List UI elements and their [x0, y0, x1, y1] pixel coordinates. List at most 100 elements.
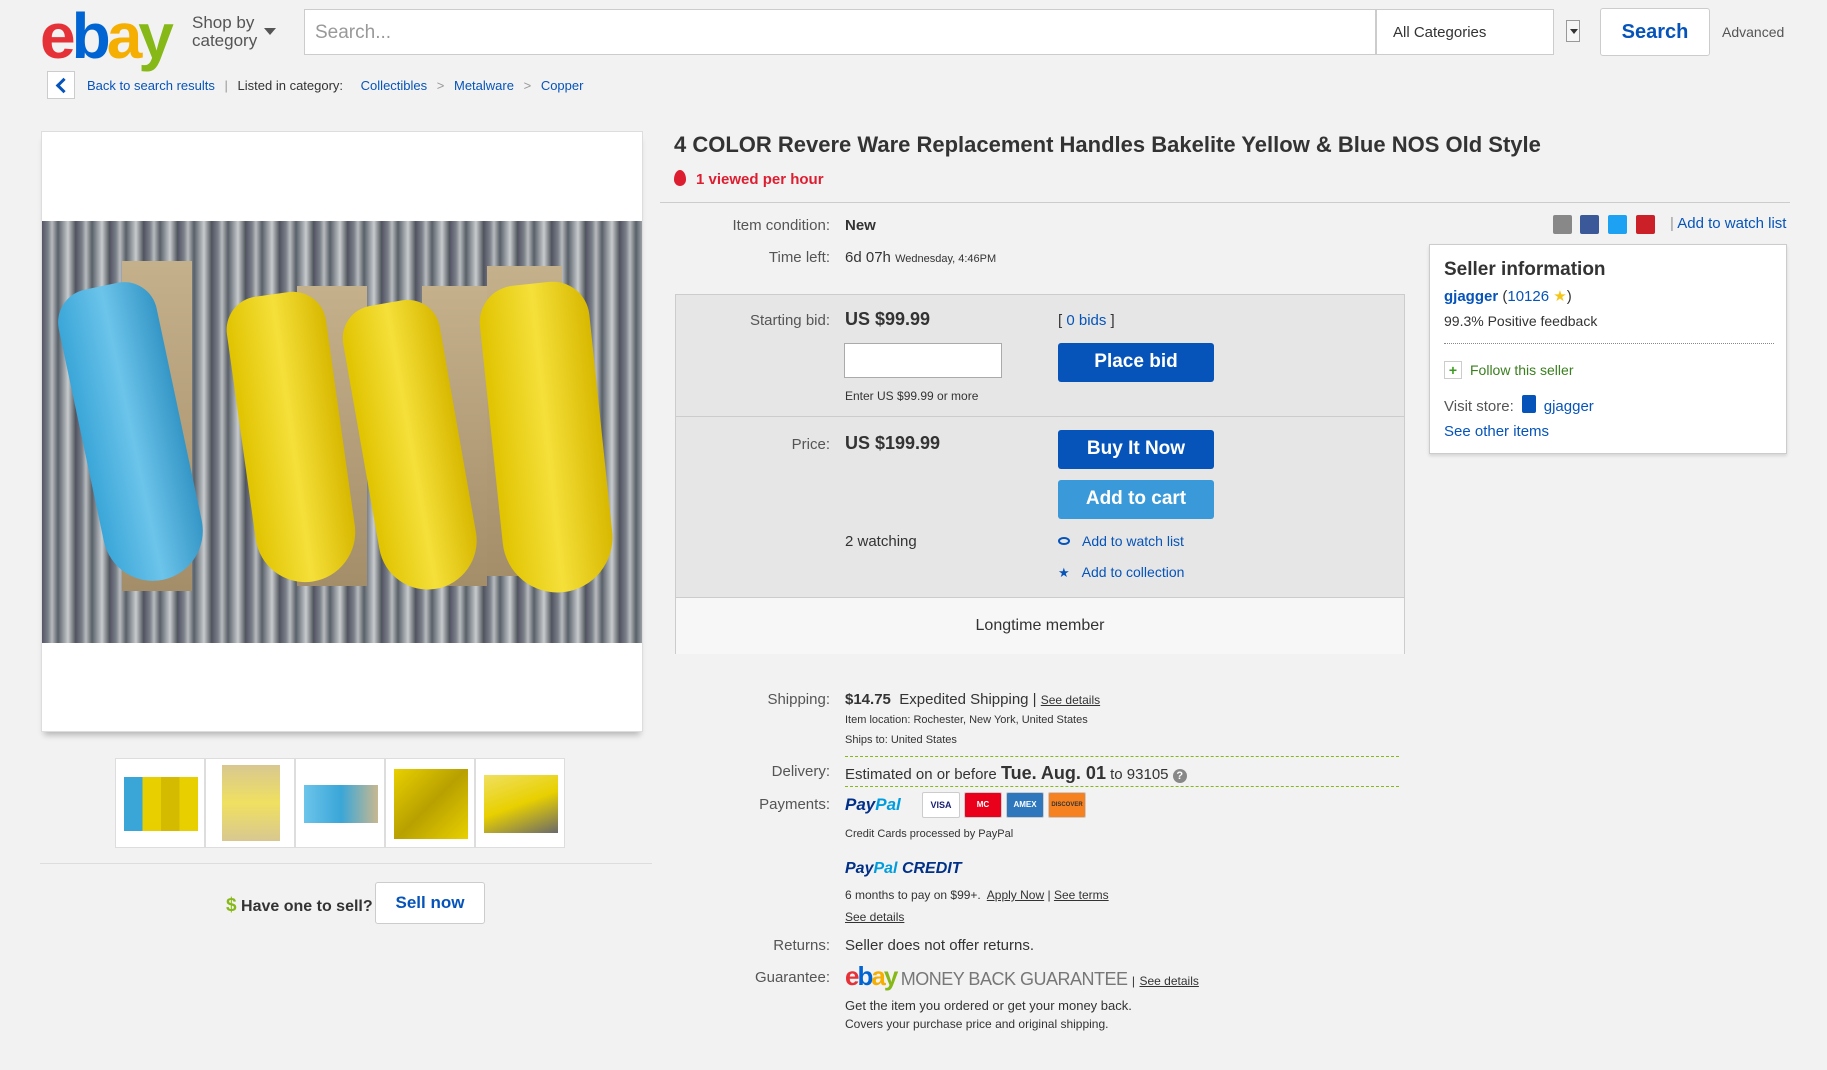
watch-list-link-row[interactable]: Add to watch list — [1058, 533, 1184, 549]
advanced-search-link[interactable]: Advanced — [1722, 24, 1784, 40]
divider-pipe: | — [1032, 691, 1037, 708]
follow-seller-button[interactable]: + Follow this seller — [1444, 361, 1573, 379]
breadcrumb-metalware[interactable]: Metalware — [454, 78, 514, 93]
time-left-label: Time left: — [768, 249, 830, 266]
delivery-row: Estimated on or before Tue. Aug. 01 to 9… — [845, 763, 1187, 784]
bid-count: [ 0 bids ] — [1058, 312, 1115, 329]
twitter-icon[interactable] — [1608, 215, 1627, 234]
add-to-watch-list-link[interactable]: Add to watch list — [1677, 215, 1786, 232]
logo-letter-y: y — [883, 961, 899, 991]
add-to-collection-link[interactable]: Add to collection — [1082, 564, 1185, 580]
guarantee-line-2: Covers your purchase price and original … — [845, 1017, 1109, 1031]
returns-value: Seller does not offer returns. — [845, 937, 1034, 954]
payments-see-details-link[interactable]: See details — [845, 910, 904, 924]
viewed-badge: 1 viewed per hour — [674, 170, 824, 188]
breadcrumb-collectibles[interactable]: Collectibles — [361, 78, 427, 93]
divider — [40, 863, 652, 864]
delivery-date: Tue. Aug. 01 — [1000, 763, 1106, 783]
ebay-logo[interactable]: ebay — [40, 4, 174, 68]
see-other-items-link[interactable]: See other items — [1444, 423, 1549, 440]
seller-name-link[interactable]: gjagger — [1444, 288, 1498, 305]
sell-now-button[interactable]: Sell now — [375, 882, 485, 924]
see-terms-link[interactable]: See terms — [1054, 888, 1109, 902]
shipping-cost: $14.75 — [845, 691, 891, 708]
seller-info-title: Seller information — [1444, 259, 1606, 280]
bracket-close: ] — [1110, 312, 1115, 329]
collection-link-row[interactable]: ★ Add to collection — [1058, 564, 1184, 581]
paypal-credit-row: 6 months to pay on $99+. Apply Now | See… — [845, 888, 1109, 902]
bid-count-link[interactable]: 0 bids — [1066, 312, 1106, 329]
eye-icon — [1058, 537, 1070, 545]
chevron-left-icon[interactable] — [47, 71, 75, 99]
thumbnail[interactable] — [385, 758, 475, 848]
email-icon[interactable] — [1553, 215, 1572, 234]
thumbnail[interactable] — [295, 758, 385, 848]
bid-amount-input[interactable] — [844, 343, 1002, 378]
have-one-to-sell-label: Have one to sell? — [241, 898, 373, 915]
time-left-duration: 6d 07h — [845, 249, 891, 266]
money-back-guarantee-text: MONEY BACK GUARANTEE — [900, 969, 1128, 989]
buy-it-now-button[interactable]: Buy It Now — [1058, 430, 1214, 469]
visit-store-label: Visit store: — [1444, 398, 1514, 415]
guarantee-see-details-link[interactable]: See details — [1140, 974, 1199, 988]
product-photo[interactable] — [42, 221, 642, 643]
shipping-row: $14.75 Expedited Shipping | See details — [845, 691, 1100, 708]
ships-to: Ships to: United States — [845, 734, 957, 746]
thumbnail[interactable] — [475, 758, 565, 848]
help-icon[interactable]: ? — [1172, 769, 1187, 783]
main-image-panel[interactable] — [41, 131, 643, 732]
back-to-search-link[interactable]: Back to search results — [87, 78, 215, 93]
shipping-see-details-link[interactable]: See details — [1041, 693, 1100, 707]
shop-by-category-button[interactable]: Shop by category — [192, 14, 257, 50]
pinterest-icon[interactable] — [1636, 215, 1655, 234]
longtime-member: Longtime member — [676, 597, 1404, 654]
breadcrumb-copper[interactable]: Copper — [541, 78, 584, 93]
visa-icon: VISA — [922, 792, 960, 818]
bracket-open: [ — [1058, 312, 1063, 329]
time-left-end: Wednesday, 4:46PM — [895, 253, 997, 265]
divider — [845, 786, 1399, 787]
search-input[interactable]: Search... — [304, 9, 1376, 55]
feedback-open: ( — [1498, 288, 1508, 305]
divider — [676, 416, 1404, 417]
mastercard-icon: MC — [964, 792, 1002, 818]
dollar-icon: $ — [226, 895, 237, 916]
follow-label: Follow this seller — [1470, 362, 1574, 378]
facebook-icon[interactable] — [1580, 215, 1599, 234]
shipping-method: Expedited Shipping — [899, 691, 1029, 708]
paypal-months: 6 months to pay on $99+. — [845, 888, 981, 902]
viewed-text: 1 viewed per hour — [696, 171, 824, 188]
breadcrumb-separator: > — [436, 78, 445, 93]
feedback-score-link[interactable]: 10126 — [1507, 288, 1549, 305]
watching-count: 2 watching — [845, 533, 917, 550]
paypal-logo: PayPal — [845, 795, 901, 815]
condition-label: Item condition: — [732, 217, 830, 234]
star-icon: ★ — [1058, 565, 1070, 580]
search-button[interactable]: Search — [1600, 8, 1710, 56]
watch-list-top: | Add to watch list — [1670, 215, 1786, 232]
amex-icon: AMEX — [1006, 792, 1044, 818]
store-link[interactable]: gjagger — [1544, 398, 1594, 415]
guarantee-row: ebay MONEY BACK GUARANTEE | See details — [845, 961, 1199, 992]
breadcrumb: Back to search results | Listed in categ… — [87, 78, 583, 93]
logo-letter-b: b — [71, 0, 111, 72]
add-to-watch-list-link[interactable]: Add to watch list — [1082, 533, 1184, 549]
apply-now-link[interactable]: Apply Now — [987, 888, 1044, 902]
category-select-arrow-icon[interactable] — [1566, 20, 1580, 42]
add-to-cart-button[interactable]: Add to cart — [1058, 480, 1214, 519]
item-location: Item location: Rochester, New York, Unit… — [845, 714, 1088, 726]
paypal-credit-logo: PayPal CREDIT — [845, 860, 962, 878]
paypal-logo-part: Pay — [845, 795, 876, 814]
seller-name-row: gjagger (10126 ★) — [1444, 287, 1572, 305]
thumbnail[interactable] — [115, 758, 205, 848]
time-left-value: 6d 07h Wednesday, 4:46PM — [845, 249, 996, 266]
caret-down-icon[interactable] — [264, 28, 276, 35]
category-select[interactable]: All Categories — [1376, 9, 1554, 55]
discover-icon: DISCOVER — [1048, 792, 1086, 818]
delivery-label: Delivery: — [771, 763, 830, 780]
thumbnail-image — [394, 769, 468, 839]
thumbnail[interactable] — [205, 758, 295, 848]
place-bid-button[interactable]: Place bid — [1058, 343, 1214, 382]
listed-in-label: Listed in category: — [237, 78, 344, 93]
logo-letter-b: b — [857, 961, 873, 991]
